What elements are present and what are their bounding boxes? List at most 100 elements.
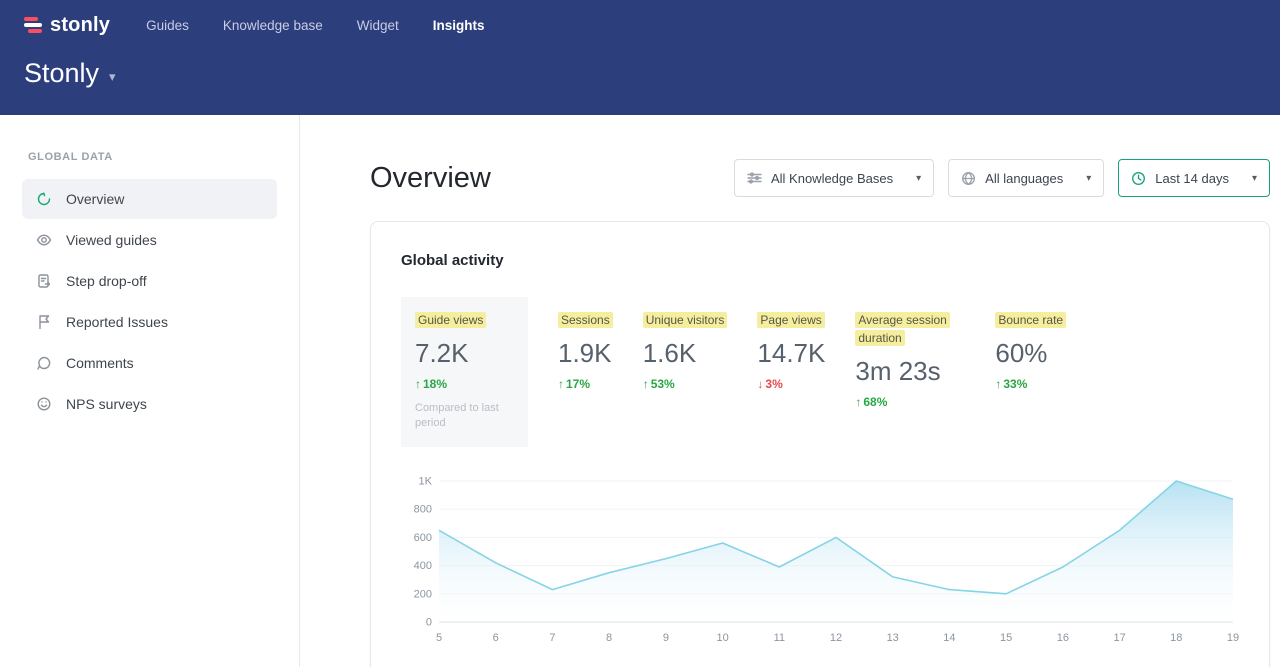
svg-text:200: 200	[414, 588, 432, 600]
metric-label: Unique visitors	[643, 312, 728, 328]
filters-bar: All Knowledge Bases ▾ All languages ▾	[734, 159, 1270, 197]
sidebar-item-overview[interactable]: Overview	[22, 179, 277, 219]
chevron-down-icon: ▾	[1086, 173, 1091, 184]
metrics-row: Guide views 7.2K ↑18% Compared to last p…	[401, 297, 1239, 447]
sidebar-item-step-drop-off[interactable]: Step drop-off	[22, 261, 277, 301]
sidebar-item-reported-issues[interactable]: Reported Issues	[22, 302, 277, 342]
clock-icon	[1131, 171, 1146, 186]
svg-text:13: 13	[887, 632, 899, 644]
activity-chart: 02004006008001K5678910111213141516171819	[401, 473, 1239, 653]
sliders-icon	[747, 171, 762, 185]
metric-label: Average session duration	[855, 312, 950, 346]
nav-item-knowledge-base[interactable]: Knowledge base	[223, 12, 323, 39]
stonly-logo-icon	[24, 17, 42, 33]
metric-change: ↓3%	[757, 377, 825, 391]
svg-text:15: 15	[1000, 632, 1012, 644]
stonly-logo-text: stonly	[50, 14, 110, 37]
svg-text:11: 11	[774, 632, 785, 644]
svg-text:600: 600	[414, 532, 432, 544]
svg-text:12: 12	[830, 632, 842, 644]
metric-change: ↑33%	[995, 377, 1066, 391]
metric-average-session-duration[interactable]: Average session duration 3m 23s ↑68%	[855, 297, 965, 409]
metric-label: Page views	[757, 312, 824, 328]
top-nav-links: Guides Knowledge base Widget Insights	[146, 12, 484, 39]
metric-label: Bounce rate	[995, 312, 1066, 328]
metric-value: 14.7K	[757, 338, 825, 369]
metric-guide-views[interactable]: Guide views 7.2K ↑18% Compared to last p…	[401, 297, 528, 447]
sidebar-item-label: Overview	[66, 191, 124, 207]
metric-bounce-rate[interactable]: Bounce rate 60% ↑33%	[995, 297, 1066, 391]
metric-value: 60%	[995, 338, 1066, 369]
trend-arrow-icon: ↓	[757, 377, 763, 391]
chevron-down-icon: ▾	[1252, 173, 1257, 184]
metric-page-views[interactable]: Page views 14.7K ↓3%	[757, 297, 825, 391]
trend-arrow-icon: ↑	[643, 377, 649, 391]
card-title: Global activity	[401, 252, 1239, 269]
languages-filter-value: All languages	[985, 171, 1063, 186]
svg-text:0: 0	[426, 617, 432, 629]
main-content: Overview All Knowledge Bases ▾	[300, 115, 1280, 667]
metric-value: 3m 23s	[855, 356, 965, 387]
svg-text:18: 18	[1170, 632, 1182, 644]
knowledge-bases-filter-value: All Knowledge Bases	[771, 171, 893, 186]
sidebar-item-label: Viewed guides	[66, 232, 157, 248]
trend-arrow-icon: ↑	[855, 395, 861, 409]
knowledge-bases-filter-dropdown[interactable]: All Knowledge Bases ▾	[734, 159, 934, 197]
eye-icon	[36, 232, 52, 248]
step-dropoff-icon	[36, 273, 52, 289]
sidebar-section-label: GLOBAL DATA	[0, 151, 299, 163]
smiley-icon	[36, 396, 52, 412]
metric-sessions[interactable]: Sessions 1.9K ↑17%	[558, 297, 613, 391]
metric-value: 1.9K	[558, 338, 613, 369]
trend-arrow-icon: ↑	[415, 377, 421, 391]
svg-text:10: 10	[716, 632, 728, 644]
top-navbar: stonly Guides Knowledge base Widget Insi…	[0, 0, 1280, 115]
sidebar: GLOBAL DATA Overview Viewed guides Step …	[0, 115, 300, 667]
sidebar-item-label: Reported Issues	[66, 314, 168, 330]
svg-text:14: 14	[943, 632, 955, 644]
svg-text:5: 5	[436, 632, 442, 644]
svg-text:400: 400	[414, 560, 432, 572]
metric-compare-note: Compared to last period	[415, 401, 514, 431]
svg-text:6: 6	[493, 632, 499, 644]
stonly-logo[interactable]: stonly	[24, 14, 110, 37]
flag-icon	[36, 314, 52, 330]
metric-change: ↑17%	[558, 377, 613, 391]
sidebar-item-label: Step drop-off	[66, 273, 147, 289]
svg-text:9: 9	[663, 632, 669, 644]
page-title: Overview	[370, 162, 491, 195]
sidebar-item-label: NPS surveys	[66, 396, 147, 412]
date-range-filter-dropdown[interactable]: Last 14 days ▾	[1118, 159, 1270, 197]
metric-change: ↑18%	[415, 377, 514, 391]
svg-text:7: 7	[549, 632, 555, 644]
date-range-filter-value: Last 14 days	[1155, 171, 1229, 186]
metric-unique-visitors[interactable]: Unique visitors 1.6K ↑53%	[643, 297, 728, 391]
globe-icon	[961, 171, 976, 186]
metric-value: 1.6K	[643, 338, 728, 369]
svg-text:17: 17	[1113, 632, 1125, 644]
sidebar-item-viewed-guides[interactable]: Viewed guides	[22, 220, 277, 260]
nav-item-insights[interactable]: Insights	[433, 12, 485, 39]
sidebar-item-comments[interactable]: Comments	[22, 343, 277, 383]
workspace-dropdown-caret-icon[interactable]: ▾	[109, 69, 116, 85]
sidebar-item-label: Comments	[66, 355, 134, 371]
svg-text:16: 16	[1057, 632, 1069, 644]
trend-arrow-icon: ↑	[995, 377, 1001, 391]
svg-text:8: 8	[606, 632, 612, 644]
metric-value: 7.2K	[415, 338, 514, 369]
metric-change: ↑68%	[855, 395, 965, 409]
global-activity-card: Global activity Guide views 7.2K ↑18% Co…	[370, 221, 1270, 667]
languages-filter-dropdown[interactable]: All languages ▾	[948, 159, 1104, 197]
nav-item-widget[interactable]: Widget	[357, 12, 399, 39]
metric-label: Sessions	[558, 312, 613, 328]
area-chart: 02004006008001K5678910111213141516171819	[401, 473, 1241, 648]
metric-label: Guide views	[415, 312, 486, 328]
metric-change: ↑53%	[643, 377, 728, 391]
svg-text:19: 19	[1227, 632, 1239, 644]
svg-text:1K: 1K	[419, 476, 433, 488]
comments-icon	[36, 355, 52, 371]
trend-arrow-icon: ↑	[558, 377, 564, 391]
chevron-down-icon: ▾	[916, 173, 921, 184]
sidebar-item-nps-surveys[interactable]: NPS surveys	[22, 384, 277, 424]
nav-item-guides[interactable]: Guides	[146, 12, 189, 39]
